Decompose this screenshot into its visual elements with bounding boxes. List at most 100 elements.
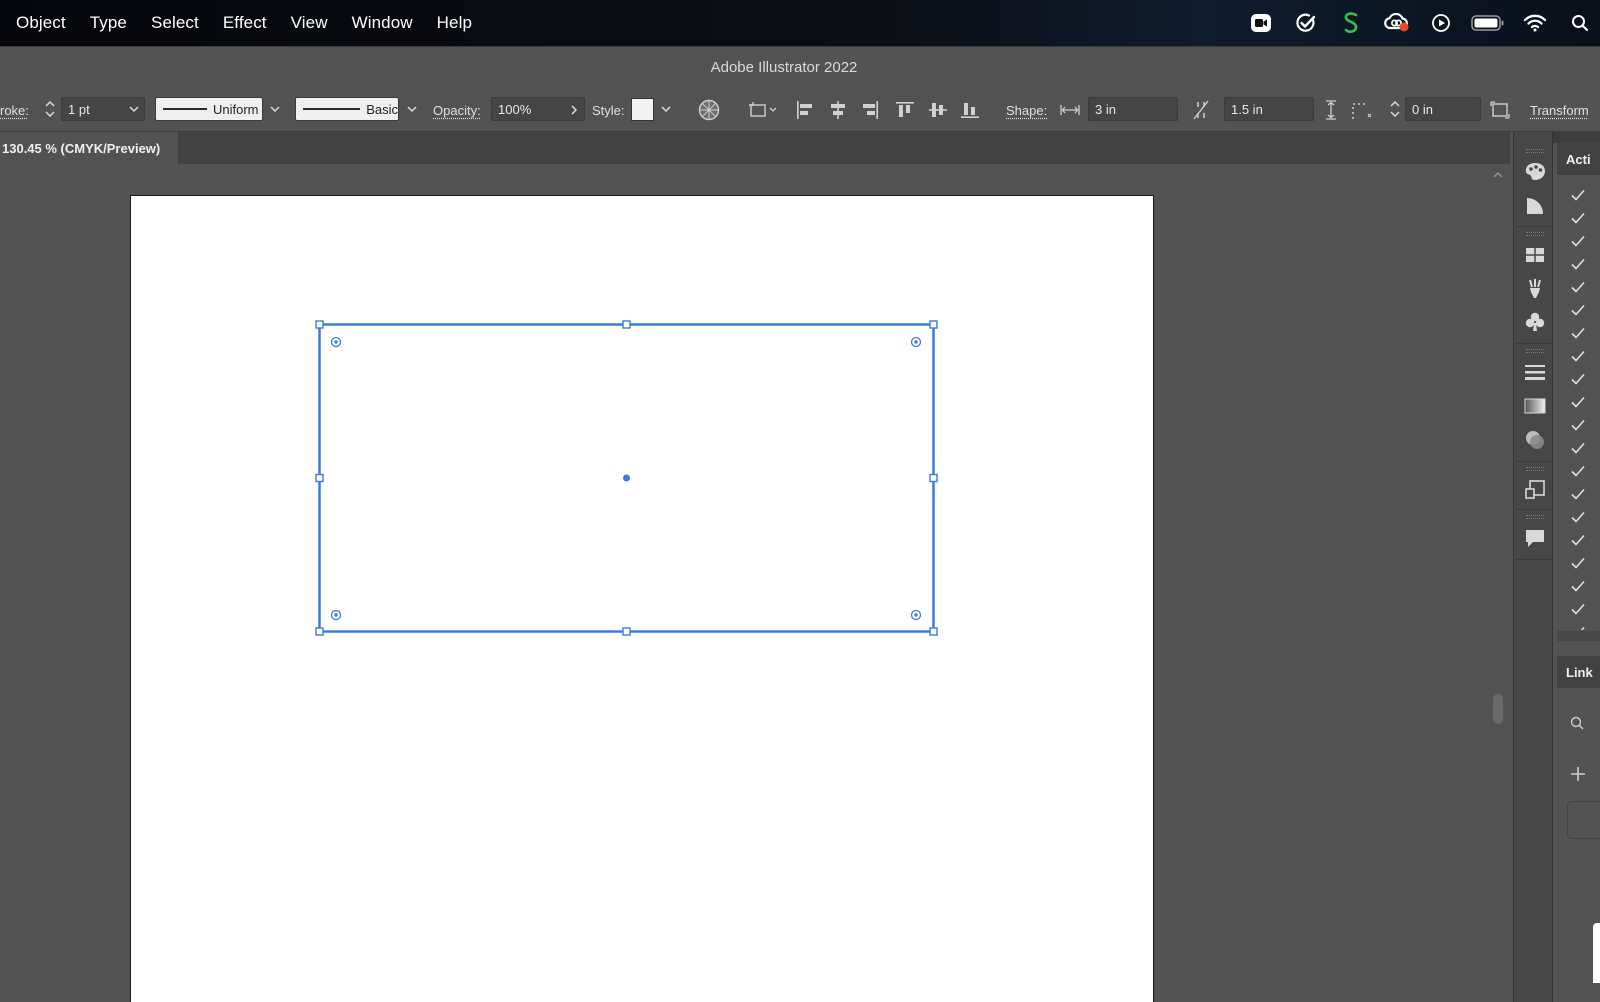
action-toggle-check-icon[interactable] [1570, 624, 1586, 630]
dock-grip[interactable] [1526, 349, 1544, 353]
zoom-icon[interactable] [1245, 0, 1277, 46]
transparency-panel-icon[interactable] [1524, 429, 1546, 451]
style-chevron-down-icon[interactable] [657, 97, 675, 121]
stroke-panel-icon[interactable] [1524, 361, 1546, 383]
brush-chevron-down-icon[interactable] [403, 97, 421, 121]
scrollbar-thumb[interactable] [1493, 694, 1503, 724]
scrivener-icon[interactable] [1335, 0, 1367, 46]
dock-grip[interactable] [1526, 515, 1544, 519]
creative-cloud-icon[interactable] [1380, 0, 1412, 46]
opacity-label[interactable]: Opacity: [433, 88, 481, 132]
corner-radius-value: 0 in [1412, 102, 1433, 117]
corner-radius-input[interactable]: 0 in [1405, 97, 1481, 121]
shape-height-input[interactable]: 1.5 in [1224, 97, 1314, 121]
wifi-icon[interactable] [1519, 0, 1551, 46]
comments-speech-bubble-icon[interactable] [1524, 527, 1546, 549]
checkmark-app-icon[interactable] [1290, 0, 1322, 46]
align-bottom-icon[interactable] [958, 100, 982, 120]
action-toggle-check-icon[interactable] [1570, 325, 1586, 341]
align-left-icon[interactable] [793, 100, 817, 120]
graphic-style-swatch[interactable] [631, 98, 654, 121]
gradient-panel-icon[interactable] [1524, 395, 1546, 417]
variable-width-profile-dropdown[interactable]: Uniform [155, 97, 263, 121]
artboards-panel-icon[interactable] [1524, 479, 1546, 501]
menu-window[interactable]: Window [352, 13, 413, 33]
panel-icon-dock [1513, 132, 1553, 1002]
action-toggle-check-icon[interactable] [1570, 509, 1586, 525]
action-toggle-check-icon[interactable] [1570, 394, 1586, 410]
dock-grip[interactable] [1526, 149, 1544, 153]
chevron-down-icon[interactable] [128, 105, 140, 113]
search-icon[interactable] [1570, 716, 1584, 735]
battery-icon[interactable] [1470, 0, 1506, 46]
action-toggle-check-icon[interactable] [1570, 417, 1586, 433]
action-toggle-check-icon[interactable] [1570, 256, 1586, 272]
action-toggle-check-icon[interactable] [1570, 486, 1586, 502]
color-swatch-panel-icon[interactable] [1524, 195, 1546, 217]
menu-object[interactable]: Object [16, 13, 66, 33]
document-tab[interactable]: 130.45 % (CMYK/Preview) [0, 132, 178, 164]
align-right-icon[interactable] [858, 100, 882, 120]
canvas-area[interactable] [0, 164, 1487, 1002]
action-toggle-check-icon[interactable] [1570, 302, 1586, 318]
panel-divider [1557, 631, 1600, 641]
app-menu-list: Object Type Select Effect View Window He… [0, 13, 496, 33]
stroke-weight-value: 1 pt [68, 102, 90, 117]
action-toggle-check-icon[interactable] [1570, 233, 1586, 249]
menu-view[interactable]: View [291, 13, 328, 33]
action-toggle-check-icon[interactable] [1570, 601, 1586, 617]
menu-effect[interactable]: Effect [223, 13, 267, 33]
action-toggle-check-icon[interactable] [1570, 578, 1586, 594]
symbols-club-icon[interactable] [1524, 311, 1546, 333]
document-tab-label: 130.45 % (CMYK/Preview) [2, 141, 160, 156]
selected-rectangle[interactable] [0, 164, 1487, 1002]
chevron-right-icon[interactable] [570, 104, 578, 116]
stroke-weight-input[interactable]: 1 pt [61, 97, 145, 121]
menu-help[interactable]: Help [437, 13, 472, 33]
add-icon[interactable] [1570, 766, 1586, 787]
shape-label[interactable]: Shape: [1006, 88, 1047, 132]
isolate-crop-icon[interactable] [746, 100, 780, 120]
corner-radius-stepper[interactable] [1387, 97, 1403, 121]
actions-panel-tab[interactable]: Acti [1557, 143, 1600, 175]
play-icon[interactable] [1425, 0, 1457, 46]
color-guide-palette-icon[interactable] [1524, 160, 1546, 182]
dock-grip[interactable] [1526, 232, 1544, 236]
align-top-icon[interactable] [893, 100, 917, 120]
corner-type-icon[interactable] [1350, 100, 1374, 120]
recolor-artwork-icon[interactable] [697, 100, 721, 120]
vertical-scrollbar[interactable] [1489, 164, 1507, 1002]
center-point [623, 475, 630, 482]
action-toggle-check-icon[interactable] [1570, 210, 1586, 226]
stroke-weight-stepper[interactable] [42, 97, 58, 121]
action-toggle-check-icon[interactable] [1570, 187, 1586, 203]
scroll-up-icon[interactable] [1492, 170, 1504, 180]
action-toggle-check-icon[interactable] [1570, 440, 1586, 456]
align-horizontal-center-icon[interactable] [826, 100, 850, 120]
swatches-panel-icon[interactable] [1524, 244, 1546, 266]
spotlight-search-icon[interactable] [1564, 0, 1596, 46]
dock-grip[interactable] [1526, 467, 1544, 471]
menu-select[interactable]: Select [151, 13, 199, 33]
links-panel-tab[interactable]: Link [1557, 656, 1600, 688]
transform-link[interactable]: Transform [1530, 88, 1589, 132]
links-item-card[interactable] [1567, 801, 1600, 839]
align-vertical-center-icon[interactable] [926, 100, 950, 120]
action-toggle-check-icon[interactable] [1570, 532, 1586, 548]
action-toggle-check-icon[interactable] [1570, 463, 1586, 479]
menu-type[interactable]: Type [90, 13, 127, 33]
width-icon [1059, 100, 1081, 120]
brush-definition-dropdown[interactable]: Basic [295, 97, 399, 121]
action-toggle-check-icon[interactable] [1570, 279, 1586, 295]
action-toggle-check-icon[interactable] [1570, 371, 1586, 387]
macos-menu-bar: Object Type Select Effect View Window He… [0, 0, 1600, 46]
shape-width-input[interactable]: 3 in [1088, 97, 1178, 121]
constrain-proportions-link-icon[interactable] [1190, 100, 1212, 120]
brush-definition-label: Basic [366, 102, 398, 117]
action-toggle-check-icon[interactable] [1570, 555, 1586, 571]
profile-chevron-down-icon[interactable] [266, 97, 284, 121]
opacity-input[interactable]: 100% [491, 97, 585, 121]
more-shape-options-icon[interactable] [1488, 100, 1512, 120]
action-toggle-check-icon[interactable] [1570, 348, 1586, 364]
brushes-panel-icon[interactable] [1524, 278, 1546, 300]
